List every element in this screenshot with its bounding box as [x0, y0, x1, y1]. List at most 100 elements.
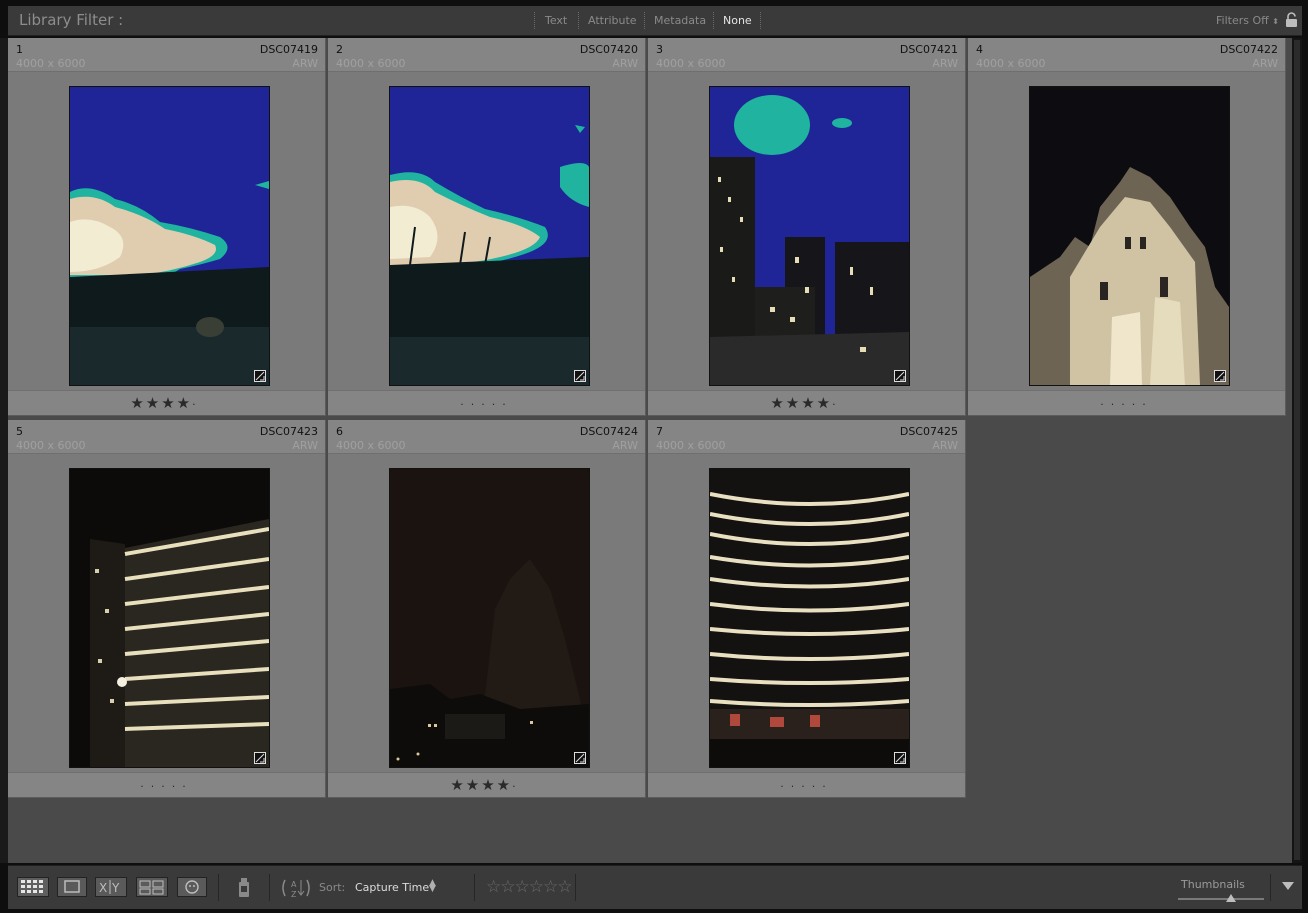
- thumbnail-cell[interactable]: 2 DSC07420 4000 x 6000 ARW ·····: [328, 38, 646, 416]
- cell-file-type: ARW: [932, 439, 958, 452]
- photo-thumbnail[interactable]: [1029, 86, 1230, 386]
- cell-header: 5 DSC07423 4000 x 6000 ARW: [8, 420, 325, 454]
- photo-thumbnail[interactable]: [389, 86, 590, 386]
- star-rating[interactable]: ★★★★·: [770, 394, 842, 412]
- compare-view-icon: XY: [99, 880, 120, 895]
- photo-thumbnail[interactable]: [389, 468, 590, 768]
- thumbnail-cell[interactable]: 4 DSC07422 4000 x 6000 ARW ·····: [968, 38, 1286, 416]
- toolbar-menu-chevron-down-icon[interactable]: [1282, 882, 1294, 890]
- star-rating[interactable]: ★★★★·: [130, 394, 202, 412]
- cell-dimensions: 4000 x 6000: [336, 439, 406, 452]
- grid-view-button[interactable]: [17, 877, 49, 897]
- svg-text:Z: Z: [291, 890, 297, 899]
- cell-header: 7 DSC07425 4000 x 6000 ARW: [648, 420, 965, 454]
- cell-footer: ·····: [8, 772, 325, 797]
- edit-badge-icon[interactable]: [254, 752, 266, 764]
- people-view-icon: [185, 880, 199, 894]
- filter-separator: [534, 12, 535, 29]
- cell-filename: DSC07424: [579, 425, 638, 438]
- cell-filename: DSC07421: [899, 43, 958, 56]
- scrollbar-thumb[interactable]: [1294, 40, 1300, 860]
- thumbnail-slider-knob[interactable]: [1226, 894, 1236, 902]
- star-rating[interactable]: ·····: [140, 776, 192, 794]
- cell-footer: ★★★★·: [648, 390, 965, 415]
- left-panel-edge: [0, 38, 8, 863]
- filter-tab-none[interactable]: None: [723, 14, 752, 27]
- cell-filename: DSC07423: [259, 425, 318, 438]
- cell-header: 1 DSC07419 4000 x 6000 ARW: [8, 38, 325, 72]
- toolbar-separator: [269, 874, 270, 901]
- edit-badge-icon[interactable]: [894, 370, 906, 382]
- sort-label: Sort:: [319, 881, 346, 894]
- cell-dimensions: 4000 x 6000: [656, 439, 726, 452]
- library-filter-bar: Library Filter : Text Attribute Metadata…: [8, 6, 1302, 36]
- updown-arrows-icon[interactable]: ▲ ▼: [429, 879, 436, 894]
- grid-view-icon: [21, 880, 43, 893]
- compare-view-button[interactable]: XY: [95, 877, 127, 897]
- svg-text:A: A: [291, 880, 297, 889]
- cell-filename: DSC07425: [899, 425, 958, 438]
- lock-icon[interactable]: [1285, 12, 1298, 31]
- survey-view-icon: [139, 880, 164, 895]
- thumbnail-size-slider[interactable]: [1178, 898, 1264, 900]
- painter-spray-can-icon[interactable]: [236, 875, 252, 902]
- filter-tab-metadata[interactable]: Metadata: [654, 14, 706, 27]
- cell-footer: ·····: [968, 390, 1285, 415]
- cell-filename: DSC07420: [579, 43, 638, 56]
- cell-dimensions: 4000 x 6000: [16, 57, 86, 70]
- photo-thumbnail[interactable]: [69, 86, 270, 386]
- photo-thumbnail[interactable]: [709, 468, 910, 768]
- thumbnail-cell[interactable]: 7 DSC07425 4000 x 6000 ARW ·····: [648, 420, 966, 798]
- people-view-button[interactable]: [177, 877, 207, 897]
- cell-index: 1: [16, 43, 23, 56]
- rating-filter-stars[interactable]: ☆☆☆☆☆☆: [486, 877, 572, 897]
- cell-index: 7: [656, 425, 663, 438]
- filter-tab-text[interactable]: Text: [545, 14, 567, 27]
- loupe-view-button[interactable]: [57, 877, 87, 897]
- sort-dropdown[interactable]: Capture Time: [355, 881, 429, 894]
- cell-dimensions: 4000 x 6000: [656, 57, 726, 70]
- thumbnail-cell[interactable]: 3 DSC07421 4000 x 6000 ARW ★★★★·: [648, 38, 966, 416]
- cell-header: 2 DSC07420 4000 x 6000 ARW: [328, 38, 645, 72]
- cell-footer: ·····: [328, 390, 645, 415]
- cell-index: 3: [656, 43, 663, 56]
- filter-separator: [578, 12, 579, 29]
- edit-badge-icon[interactable]: [254, 370, 266, 382]
- svg-text:Y: Y: [111, 881, 120, 895]
- library-filter-title: Library Filter :: [19, 11, 124, 29]
- toolbar-separator: [218, 874, 219, 901]
- thumbnail-cell[interactable]: 1 DSC07419 4000 x 6000 ARW ★★★★·: [8, 38, 326, 416]
- toolbar-separator: [575, 874, 576, 901]
- filter-tab-attribute[interactable]: Attribute: [588, 14, 637, 27]
- cell-footer: ★★★★·: [328, 772, 645, 797]
- edit-badge-icon[interactable]: [574, 752, 586, 764]
- cell-filename: DSC07422: [1219, 43, 1278, 56]
- thumbnail-grid: 1 DSC07419 4000 x 6000 ARW ★★★★· 2 DSC07…: [8, 38, 1292, 863]
- star-rating[interactable]: ·····: [460, 394, 512, 412]
- cell-file-type: ARW: [292, 439, 318, 452]
- photo-thumbnail[interactable]: [709, 86, 910, 386]
- cell-footer: ★★★★·: [8, 390, 325, 415]
- cell-index: 5: [16, 425, 23, 438]
- loupe-view-icon: [64, 880, 80, 893]
- edit-badge-icon[interactable]: [1214, 370, 1226, 382]
- sort-direction-icon[interactable]: AZ: [279, 876, 313, 903]
- cell-file-type: ARW: [1252, 57, 1278, 70]
- edit-badge-icon[interactable]: [894, 752, 906, 764]
- survey-view-button[interactable]: [136, 877, 168, 897]
- bottom-toolbar: XY AZ Sort: Capture Time ▲ ▼ ☆☆☆☆☆☆ Thumb…: [8, 865, 1302, 909]
- star-rating[interactable]: ★★★★·: [450, 776, 522, 794]
- cell-header: 4 DSC07422 4000 x 6000 ARW: [968, 38, 1285, 72]
- cell-dimensions: 4000 x 6000: [976, 57, 1046, 70]
- filters-off-dropdown[interactable]: Filters Off ⬍: [1216, 14, 1279, 27]
- star-rating[interactable]: ·····: [780, 776, 832, 794]
- cell-index: 6: [336, 425, 343, 438]
- thumbnail-cell[interactable]: 5 DSC07423 4000 x 6000 ARW ·····: [8, 420, 326, 798]
- filter-separator: [713, 12, 714, 29]
- thumbnails-label: Thumbnails: [1181, 878, 1245, 891]
- photo-thumbnail[interactable]: [69, 468, 270, 768]
- thumbnail-cell[interactable]: 6 DSC07424 4000 x 6000 ARW ★★★★·: [328, 420, 646, 798]
- filters-off-label: Filters Off: [1216, 14, 1269, 27]
- star-rating[interactable]: ·····: [1100, 394, 1152, 412]
- edit-badge-icon[interactable]: [574, 370, 586, 382]
